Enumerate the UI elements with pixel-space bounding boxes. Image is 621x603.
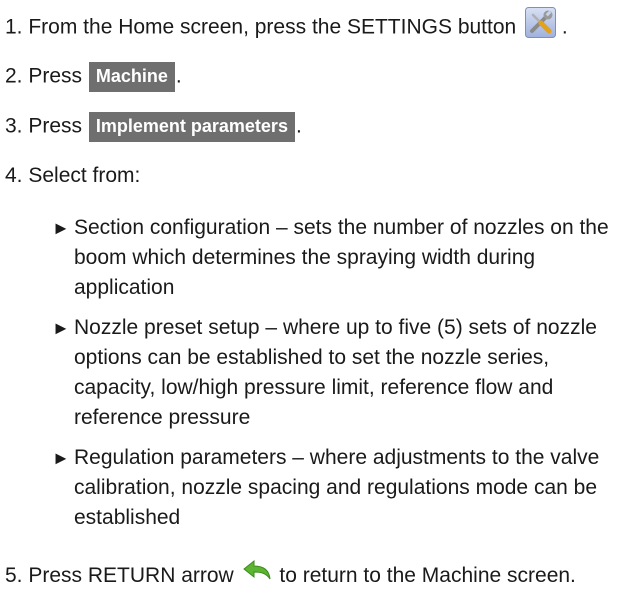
option-text: Section configuration – sets the number … [74, 216, 609, 299]
option-section-configuration: ► Section configuration – sets the numbe… [52, 213, 612, 303]
option-text: Regulation parameters – where adjustment… [74, 446, 600, 529]
step-5-text: 5. Press RETURN arrow [5, 564, 234, 588]
step-3-period: . [295, 114, 302, 138]
step-3-text: 3. Press [5, 114, 83, 138]
step-5: 5. Press RETURN arrow to return to the M… [5, 559, 576, 590]
step-5-tail: to return to the Machine screen. [279, 564, 576, 588]
settings-tools-icon [525, 7, 557, 45]
step-1-text: 1. From the Home screen, press the SETTI… [5, 15, 517, 39]
step-2-text: 2. Press [5, 64, 83, 88]
step-4-text: 4. Select from: [5, 164, 141, 187]
option-nozzle-preset-setup: ► Nozzle preset setup – where up to five… [52, 313, 612, 433]
select-options-list: ► Section configuration – sets the numbe… [52, 213, 612, 543]
step-1-period: . [561, 15, 568, 39]
step-3: 3. Press Implement parameters. [5, 112, 302, 142]
bullet-arrow-icon: ► [52, 218, 70, 238]
step-2-period: . [175, 64, 182, 88]
instruction-document: 1. From the Home screen, press the SETTI… [0, 0, 621, 603]
implement-parameters-button: Implement parameters [88, 112, 295, 142]
step-4: 4. Select from: [5, 163, 140, 189]
option-regulation-parameters: ► Regulation parameters – where adjustme… [52, 443, 612, 533]
bullet-arrow-icon: ► [52, 318, 70, 338]
step-2: 2. Press Machine. [5, 62, 182, 92]
option-text: Nozzle preset setup – where up to five (… [74, 316, 597, 429]
machine-button: Machine [88, 62, 175, 92]
return-arrow-icon [242, 559, 272, 590]
step-1: 1. From the Home screen, press the SETTI… [5, 7, 568, 45]
bullet-arrow-icon: ► [52, 448, 70, 468]
